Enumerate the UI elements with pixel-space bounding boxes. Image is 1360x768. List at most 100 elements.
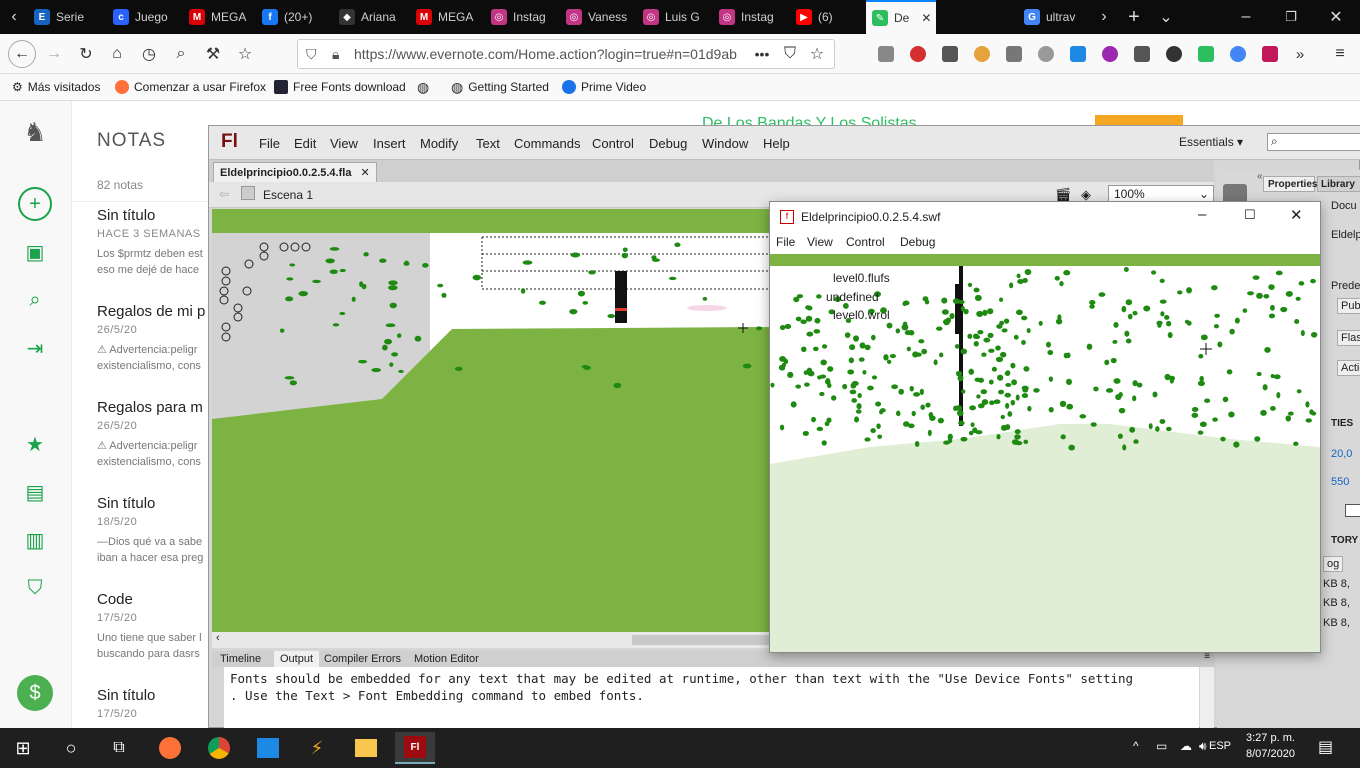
tags-icon[interactable]: ⛉ <box>18 571 52 605</box>
close-tab-icon[interactable]: ✕ <box>921 11 931 25</box>
reload-icon[interactable]: ↻ <box>74 42 98 66</box>
tab-scroll-left-icon[interactable]: ‹ <box>2 5 26 29</box>
notes-icon[interactable]: ▤ <box>18 475 52 509</box>
flash-menu-modify[interactable]: Modify <box>420 136 458 151</box>
tools-icon[interactable]: ⚒ <box>201 42 225 66</box>
close-tab-icon[interactable]: ✕ <box>361 167 370 179</box>
scroll-thumb[interactable] <box>632 635 770 645</box>
scroll-left-icon[interactable]: ‹ <box>216 632 220 644</box>
ext-gear-icon[interactable] <box>1034 42 1058 66</box>
panel-tab-timeline[interactable]: Timeline <box>214 651 267 667</box>
workspace-switcher[interactable]: Essentials ▾ <box>1179 135 1243 149</box>
ext-icon-10[interactable] <box>1162 42 1186 66</box>
help-search-input[interactable]: ⌕ <box>1267 133 1360 151</box>
lock-icon[interactable]: 🔒︎ <box>332 46 339 63</box>
clock-date[interactable]: 8/07/2020 <box>1246 748 1295 760</box>
flash-menu-help[interactable]: Help <box>763 136 790 151</box>
tab-library[interactable]: Library <box>1317 176 1360 192</box>
bookmark-mas-visitados[interactable]: ⚙ Más visitados <box>12 78 100 96</box>
chrome-taskbar-icon[interactable] <box>199 732 239 764</box>
tab-list-chevron-icon[interactable]: ⌄ <box>1154 5 1178 29</box>
flash-taskbar-icon[interactable]: Fl <box>395 732 435 764</box>
search-circle-icon[interactable]: ○ <box>51 732 91 764</box>
document-tab[interactable]: Eldelprincipio0.0.2.5.4.fla ✕ <box>213 162 377 182</box>
search-icon[interactable]: ⌕ <box>18 283 52 317</box>
network-icon[interactable]: ▭ <box>1156 739 1167 753</box>
browser-tab[interactable]: M MEGA <box>183 0 253 34</box>
browser-tab[interactable]: f (20+) <box>256 0 332 34</box>
tray-chevron-icon[interactable]: ^ <box>1133 739 1139 753</box>
history-icon[interactable]: ◷ <box>137 42 161 66</box>
bookmark-globe[interactable]: ◍ <box>417 78 429 96</box>
browser-tab[interactable]: E Serie <box>28 0 98 34</box>
new-note-plus-icon[interactable]: + <box>18 187 52 221</box>
collapse-panel-icon[interactable]: « <box>1257 171 1263 182</box>
flash-menu-commands[interactable]: Commands <box>514 136 580 151</box>
cloud-icon[interactable]: ☁ <box>1180 739 1192 753</box>
note-list-item[interactable]: Sin título HACE 3 SEMANAS Los $prmtz deben… <box>97 207 212 278</box>
browser-tab[interactable]: ◎ Instag <box>713 0 785 34</box>
bookmark-free-fonts[interactable]: Free Fonts download <box>274 78 406 96</box>
hamburger-menu-icon[interactable]: ≡ <box>1328 42 1352 66</box>
flash-menu-insert[interactable]: Insert <box>373 136 406 151</box>
page-actions-icon[interactable]: ••• <box>750 42 774 66</box>
star-bookmark-icon[interactable]: ☆ <box>805 42 829 66</box>
restore-window-icon[interactable]: ❐ <box>1279 5 1303 29</box>
tab-scroll-right-icon[interactable]: › <box>1092 5 1116 29</box>
note-list-item[interactable]: Regalos para m 26/5/20 ⚠ Advertencia:pelig… <box>97 399 212 470</box>
new-note-icon[interactable]: ▣ <box>18 235 52 269</box>
browser-tab[interactable]: c Juego <box>107 0 177 34</box>
new-tab-icon[interactable]: + <box>1122 5 1146 29</box>
browser-tab[interactable]: ◎ Instag <box>485 0 557 34</box>
minimize-icon[interactable]: – <box>1198 206 1206 223</box>
search-icon[interactable]: ⌕ <box>169 42 193 66</box>
ext-icon-13[interactable] <box>1258 42 1282 66</box>
note-list-item[interactable]: Code 17/5/20 Uno tiene que saber l buscando… <box>97 591 212 662</box>
browser-tab[interactable]: ◎ Luis G <box>637 0 709 34</box>
bookmark-getting-started[interactable]: ◍ Getting Started <box>451 78 549 96</box>
flash-menu-debug[interactable]: Debug <box>649 136 687 151</box>
adblock-icon[interactable] <box>906 42 930 66</box>
flash-menu-view[interactable]: View <box>330 136 358 151</box>
evernote-elephant-icon[interactable]: ♞ <box>18 115 52 149</box>
bookmark-prime-video[interactable]: Prime Video <box>562 78 646 96</box>
flash-menu-text[interactable]: Text <box>476 136 500 151</box>
clock-time[interactable]: 3:27 p. m. <box>1246 732 1295 744</box>
flash-menu-edit[interactable]: Edit <box>294 136 316 151</box>
flash-menu-control[interactable]: Control <box>592 136 634 151</box>
windows-start-icon[interactable]: ⊞ <box>3 732 43 764</box>
shortcuts-star-icon[interactable]: ★ <box>18 427 52 461</box>
grammarly-icon[interactable] <box>1194 42 1218 66</box>
color-swatch[interactable] <box>1345 504 1360 517</box>
task-view-icon[interactable]: ⧉ <box>99 732 139 764</box>
notebooks-icon[interactable]: ▥ <box>18 523 52 557</box>
browser-tab[interactable]: ▶ (6) <box>790 0 860 34</box>
panel-tab-motion-editor[interactable]: Motion Editor <box>408 651 485 667</box>
account-icon[interactable] <box>1130 42 1154 66</box>
minimize-window-icon[interactable]: – <box>1234 5 1258 29</box>
close-window-icon[interactable]: ✕ <box>1324 5 1348 29</box>
note-list-item[interactable]: Regalos de mi p 26/5/20 ⚠ Advertencia:peli… <box>97 303 212 374</box>
app-taskbar-icon[interactable]: ⚡ <box>297 732 337 764</box>
ext-icon-1[interactable] <box>874 42 898 66</box>
reader-icon[interactable] <box>938 42 962 66</box>
ext-s-icon[interactable] <box>1002 42 1026 66</box>
volume-icon[interactable]: 🔊︎ <box>1199 739 1207 754</box>
browser-tab[interactable]: ◎ Vaness <box>560 0 632 34</box>
swf-menu-view[interactable]: View <box>807 235 833 249</box>
swf-menu-file[interactable]: File <box>776 235 795 249</box>
ext-icon-8[interactable] <box>1098 42 1122 66</box>
flash-menu-file[interactable]: File <box>259 136 280 151</box>
work-chat-icon[interactable]: ⇥ <box>18 331 52 365</box>
swf-stage[interactable]: level0.flufs undefined level0.wrol <box>770 254 1320 652</box>
tab-properties[interactable]: Properties <box>1263 176 1317 192</box>
firefox-taskbar-icon[interactable] <box>150 732 190 764</box>
overflow-menu-icon[interactable]: » <box>1288 42 1312 66</box>
avatar[interactable]: $ <box>17 675 53 711</box>
note-list-item[interactable]: Sin título 18/5/20 —Dios qué va a sabe iban… <box>97 495 212 566</box>
panel-tab-output[interactable]: Output <box>274 651 320 667</box>
tracking-shield-icon[interactable]: ⛉ <box>306 46 317 63</box>
maximize-icon[interactable]: ☐ <box>1244 207 1256 223</box>
swf-menu-debug[interactable]: Debug <box>900 235 935 249</box>
ext-monkey-icon[interactable] <box>970 42 994 66</box>
